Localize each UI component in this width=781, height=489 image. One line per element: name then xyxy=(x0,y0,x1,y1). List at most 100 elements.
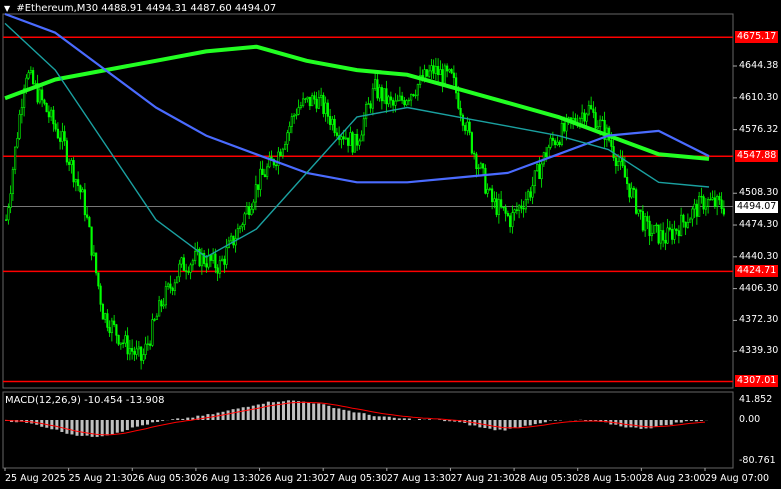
candle-body xyxy=(482,163,485,169)
price-axis-label: 4508.30 xyxy=(739,187,779,199)
candle-body xyxy=(704,205,707,210)
candle-body xyxy=(209,254,212,261)
candle-body xyxy=(164,286,167,306)
candle-body xyxy=(405,100,408,106)
candle-body xyxy=(437,66,440,76)
candle-body xyxy=(671,229,674,240)
candle-body xyxy=(54,123,57,130)
level-price-tag: 4675.17 xyxy=(735,31,779,44)
candle-body xyxy=(284,144,287,150)
candle-body xyxy=(356,133,359,146)
candle-body xyxy=(637,209,640,214)
candle-body xyxy=(178,263,181,278)
candle-body xyxy=(353,133,356,153)
macd-histogram-bar xyxy=(654,420,658,427)
macd-histogram-bar xyxy=(684,420,688,422)
candle-body xyxy=(430,65,433,72)
macd-histogram-bar xyxy=(171,419,175,420)
candle-body xyxy=(518,205,521,211)
candle-body xyxy=(392,99,395,106)
time-axis-label: 27 Aug 13:30 xyxy=(386,473,451,484)
candle-body xyxy=(133,351,136,355)
macd-histogram-bar xyxy=(261,403,265,420)
candle-body xyxy=(63,131,66,141)
candle-body xyxy=(477,167,480,169)
macd-histogram-bar xyxy=(342,409,346,420)
time-axis-label: 25 Aug 2025 xyxy=(5,473,66,484)
chart-window[interactable]: ▼ #Ethereum,M30 4488.91 4494.31 4487.60 … xyxy=(0,0,781,489)
level-price-tag: 4547.88 xyxy=(735,150,779,163)
candle-body xyxy=(560,122,563,145)
candle-body xyxy=(225,247,228,265)
macd-histogram-bar xyxy=(493,420,497,431)
price-axis-label: 4440.30 xyxy=(739,250,779,262)
candle-body xyxy=(650,232,653,237)
candle-body xyxy=(450,69,453,74)
candle-body xyxy=(61,131,64,142)
candle-body xyxy=(385,88,388,105)
macd-histogram-bar xyxy=(387,416,391,420)
candle-body xyxy=(214,253,217,269)
macd-histogram-bar xyxy=(362,413,366,420)
candle-body xyxy=(257,184,260,190)
candle-body xyxy=(212,253,215,261)
macd-histogram-bar xyxy=(377,416,381,420)
candle-body xyxy=(491,188,494,203)
candle-body xyxy=(41,89,44,101)
macd-histogram-bar xyxy=(246,406,250,420)
candle-body xyxy=(599,119,602,127)
candle-body xyxy=(70,160,73,165)
candle-body xyxy=(236,228,239,239)
candle-body xyxy=(185,270,188,272)
candle-body xyxy=(137,346,140,350)
price-axis-label: 4474.30 xyxy=(739,219,779,231)
macd-label: MACD(12,26,9) -10.454 -13.908 xyxy=(5,395,165,406)
candle-body xyxy=(286,132,289,145)
candle-body xyxy=(20,107,23,115)
candle-body xyxy=(155,315,158,320)
collapse-arrow-icon[interactable]: ▼ xyxy=(4,4,10,13)
macd-histogram-bar xyxy=(513,420,517,428)
candle-body xyxy=(432,65,435,74)
candle-body xyxy=(473,152,476,155)
candle-body xyxy=(223,258,226,265)
candle-body xyxy=(5,219,8,221)
candle-body xyxy=(216,267,219,274)
price-axis-label: 4610.30 xyxy=(739,91,779,103)
candle-body xyxy=(394,100,397,106)
candle-body xyxy=(293,115,296,117)
candle-body xyxy=(140,346,143,361)
macd-histogram-bar xyxy=(528,420,532,426)
candle-body xyxy=(585,113,588,122)
candle-body xyxy=(205,263,208,268)
candle-body xyxy=(673,228,676,240)
candle-body xyxy=(632,187,635,190)
macd-histogram-bar xyxy=(352,412,356,420)
candle-body xyxy=(628,183,631,198)
macd-histogram-bar xyxy=(146,420,150,425)
macd-histogram-bar xyxy=(417,418,421,420)
time-axis-label: 25 Aug 21:30 xyxy=(68,473,133,484)
macd-histogram-bar xyxy=(347,410,351,420)
candle-body xyxy=(695,203,698,217)
candle-body xyxy=(135,348,138,355)
candle-body xyxy=(545,152,548,158)
candle-body xyxy=(493,198,496,203)
candle-body xyxy=(446,65,449,72)
macd-histogram-bar xyxy=(125,420,129,431)
macd-histogram-bar xyxy=(236,408,240,420)
macd-histogram-bar xyxy=(70,420,74,435)
candle-body xyxy=(315,98,318,109)
candle-body xyxy=(495,198,498,215)
candle-body xyxy=(171,287,174,291)
candle-body xyxy=(556,141,559,146)
candle-body xyxy=(189,264,192,273)
candle-body xyxy=(43,99,46,104)
candle-body xyxy=(563,122,566,132)
price-chart-canvas[interactable] xyxy=(0,0,781,489)
candle-body xyxy=(362,118,365,136)
candle-body xyxy=(662,230,665,241)
macd-histogram-bar xyxy=(664,420,668,426)
candle-body xyxy=(108,327,111,334)
price-axis-label: 4576.32 xyxy=(739,123,779,135)
